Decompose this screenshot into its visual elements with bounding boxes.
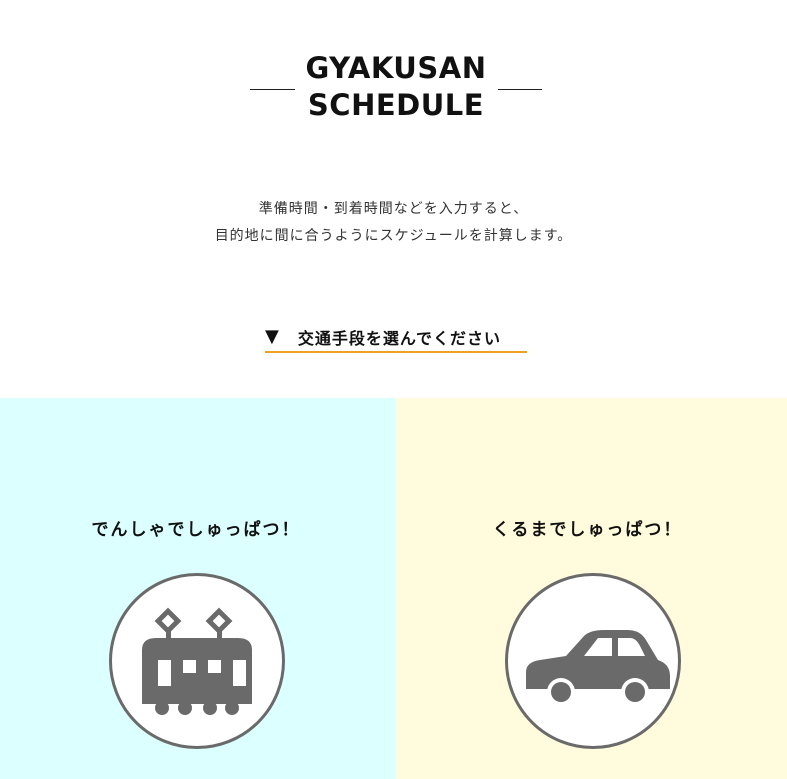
down-triangle-icon: ▼ xyxy=(265,326,280,347)
title-text: GYAKUSAN SCHEDULE xyxy=(296,50,496,124)
train-icon[interactable] xyxy=(109,573,285,749)
title-divider-right xyxy=(498,89,542,90)
description-line-2: 目的地に間に合うようにスケジュールを計算します。 xyxy=(214,228,573,244)
page-title: GYAKUSAN SCHEDULE xyxy=(0,50,787,126)
transport-select-label: 交通手段を選んでください xyxy=(297,329,502,348)
page: GYAKUSAN SCHEDULE 準備時間・到着時間などを入力すると、 目的地… xyxy=(0,0,787,779)
description: 準備時間・到着時間などを入力すると、 目的地に間に合うようにスケジュールを計算し… xyxy=(0,196,787,250)
car-option-button[interactable]: くるまでしゅっぱつ！ xyxy=(396,398,787,779)
train-option-button[interactable]: でんしゃでしゅっぱつ！ xyxy=(0,398,396,779)
car-option-label: くるまでしゅっぱつ！ xyxy=(492,520,683,540)
title-line-2: SCHEDULE xyxy=(307,88,485,122)
transport-select-heading: ▼ 交通手段を選んでください xyxy=(265,323,527,353)
description-line-1: 準備時間・到着時間などを入力すると、 xyxy=(258,201,529,217)
title-line-1: GYAKUSAN xyxy=(305,51,487,85)
car-icon[interactable] xyxy=(505,573,681,749)
title-divider-left xyxy=(250,89,295,90)
train-option-label: でんしゃでしゅっぱつ！ xyxy=(91,520,301,540)
